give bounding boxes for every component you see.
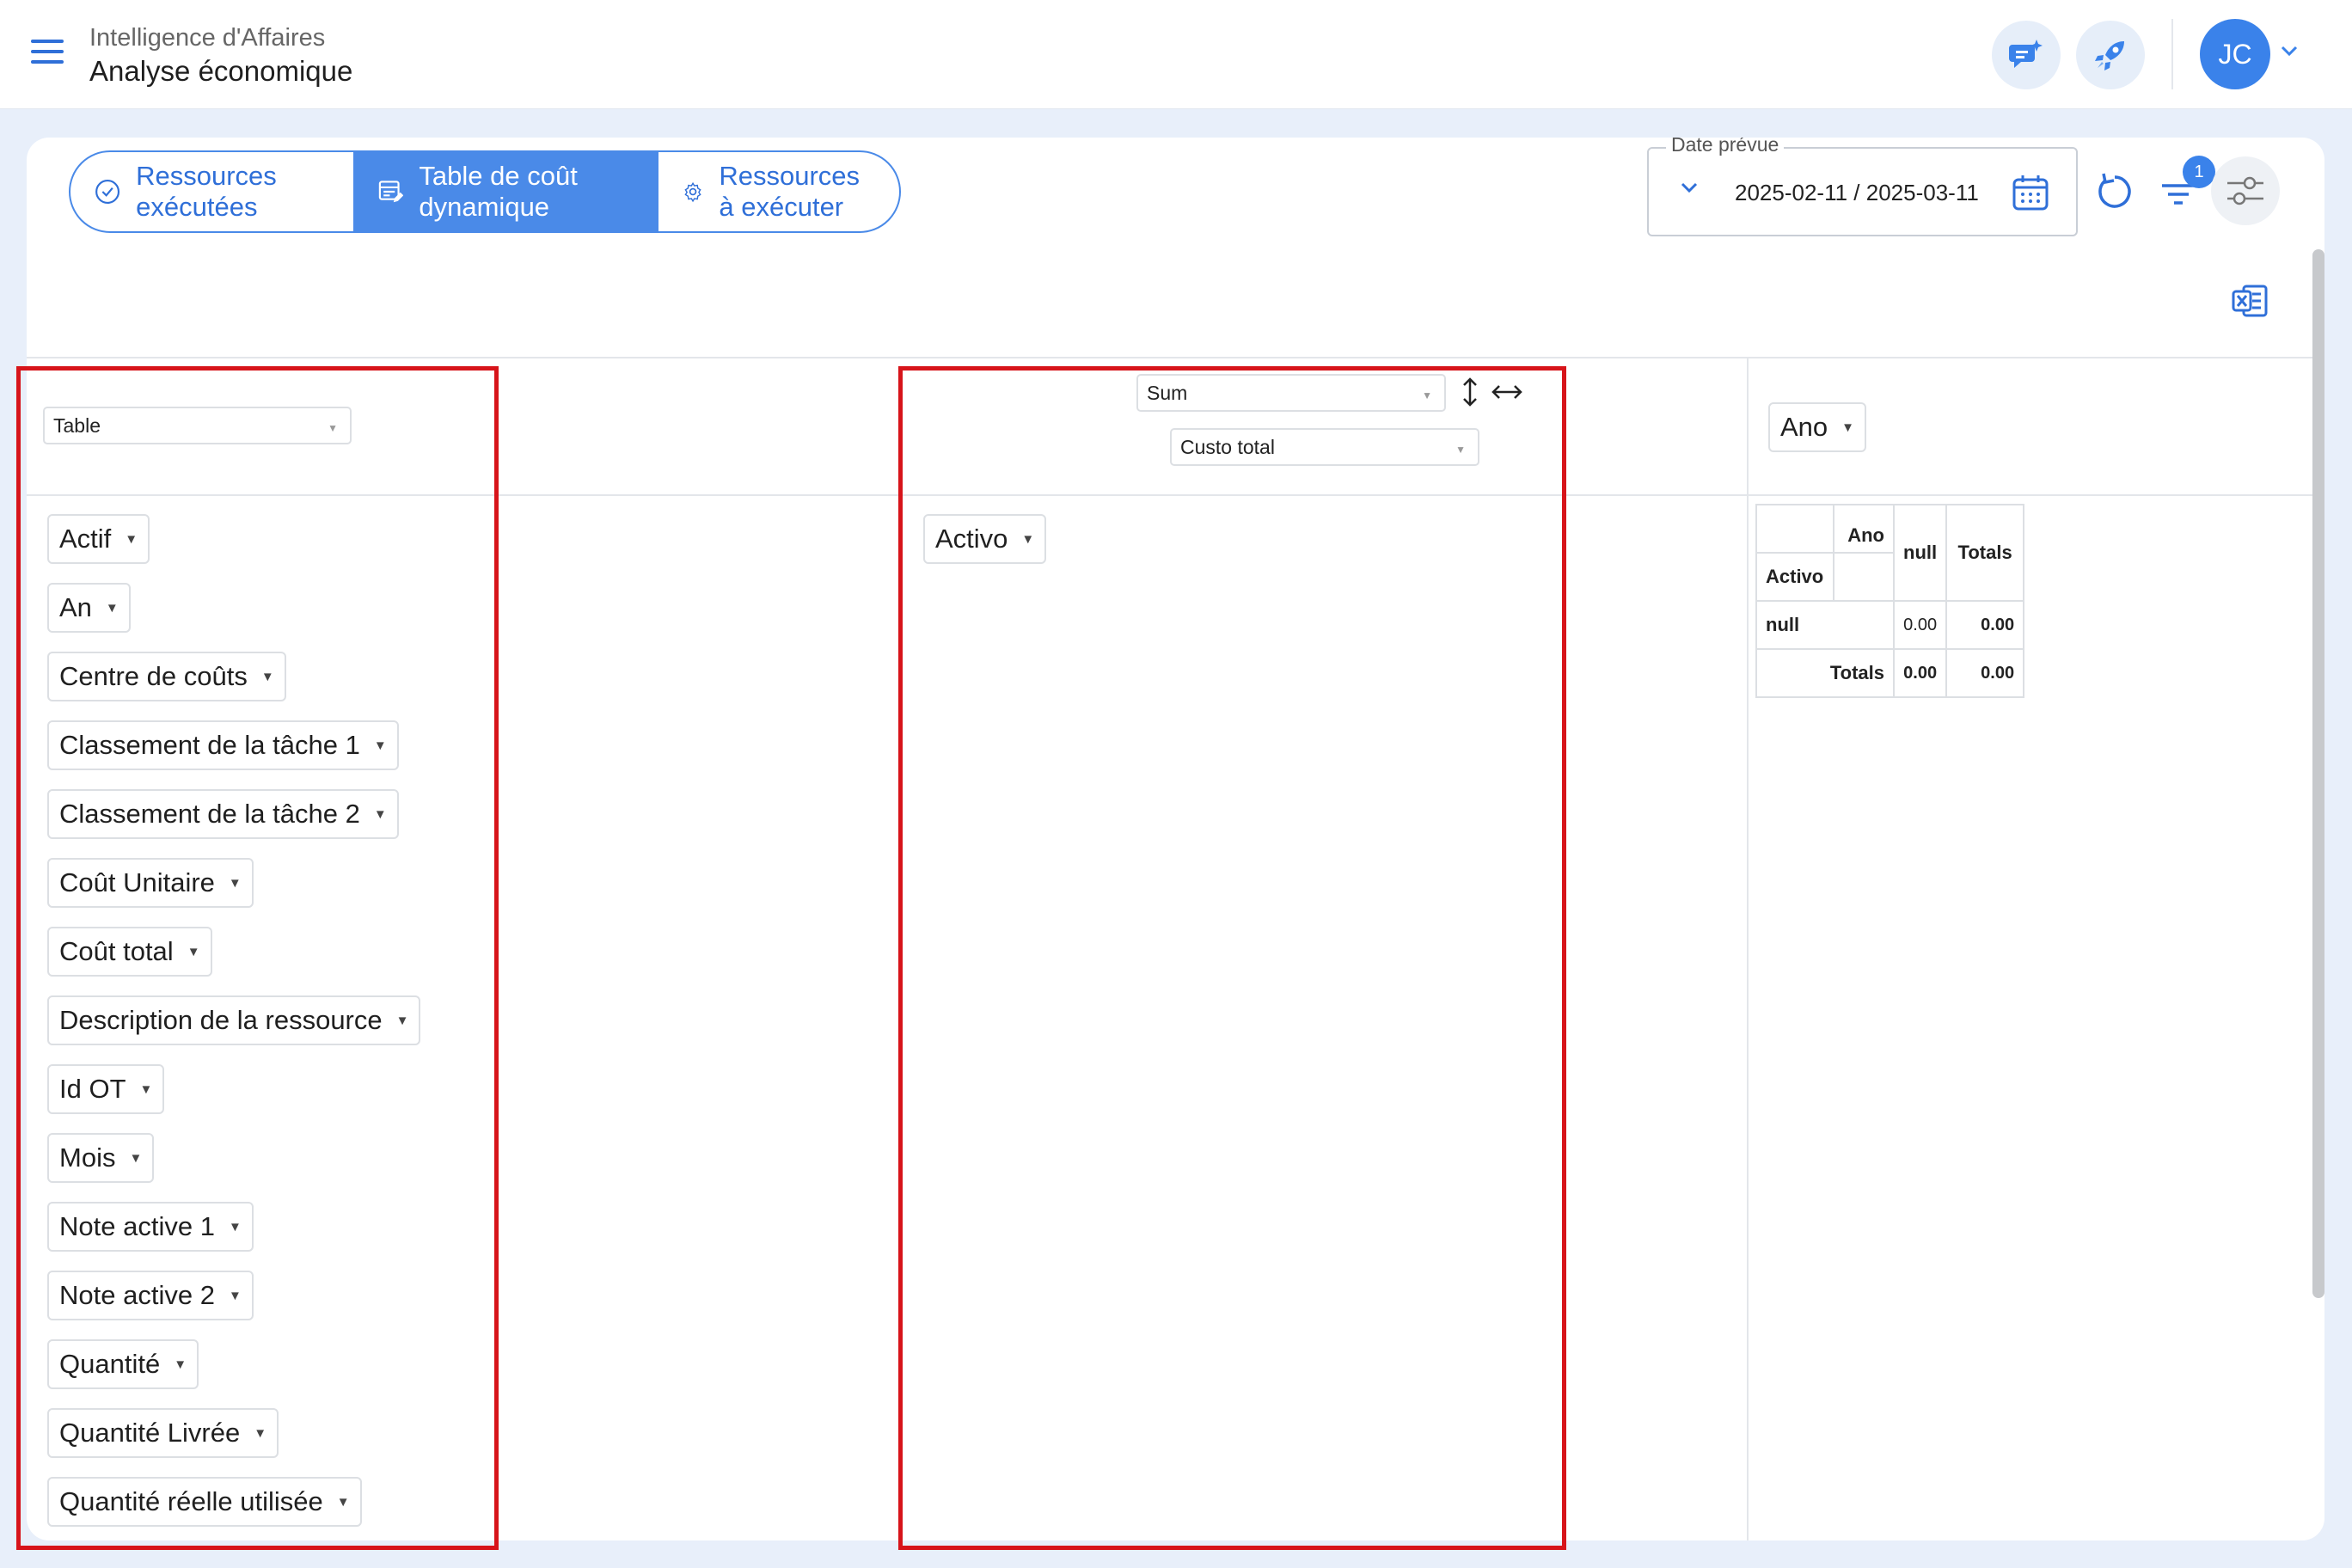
row-total-value: 0.00 [1945, 600, 2025, 650]
col-field-ano[interactable]: Ano ▼ [1768, 402, 1867, 452]
field-label: Ano [1780, 412, 1828, 442]
table-corner [1755, 504, 1834, 554]
date-range-value: 2025-02-11 / 2025-03-11 [1735, 180, 1979, 205]
chevron-down-icon[interactable] [2280, 45, 2299, 61]
col-header-null: null [1892, 504, 1948, 602]
refresh-icon[interactable] [2093, 170, 2136, 217]
rocket-button[interactable] [2076, 21, 2145, 89]
sliders-icon [2227, 176, 2263, 205]
table-edit-icon [378, 181, 404, 203]
tab-label: Ressources à exécuter [719, 161, 861, 222]
app-header: Intelligence d'Affaires Analyse économiq… [0, 0, 2352, 109]
table-row: Totals 0.00 0.00 [1755, 648, 2025, 698]
row-attr-header: Activo [1755, 552, 1834, 602]
col-totals-label: Totals [1755, 648, 1895, 698]
table-spacer [1833, 552, 1895, 602]
pivot-col-divider [1747, 357, 1749, 1540]
tab-label: Table de coût dynamique [419, 161, 578, 222]
app-section-label: Intelligence d'Affaires [89, 24, 326, 52]
check-circle-icon [95, 180, 120, 204]
table-cell-value: 0.00 [1892, 600, 1948, 650]
pivot-top-border [27, 357, 2324, 358]
header-divider [2171, 19, 2173, 89]
chat-sparkle-button[interactable] [1992, 21, 2061, 89]
table-row: null 0.00 0.00 [1755, 600, 2025, 650]
tab-label: Ressources exécutées [136, 161, 277, 222]
hamburger-menu-icon[interactable] [31, 40, 64, 67]
settings-sliders-button[interactable] [2211, 156, 2280, 225]
pivot-result-table: Ano null Totals Activo null 0.00 0.00 To… [1755, 504, 2025, 698]
gear-icon [684, 181, 701, 203]
rocket-icon [2095, 41, 2124, 70]
highlight-box-unused-fields [16, 366, 499, 1550]
date-field-label: Date prévue [1666, 138, 1785, 156]
excel-export-icon[interactable] [2232, 282, 2269, 324]
col-header-totals: Totals [1945, 504, 2025, 602]
table-row: Ano null Totals [1755, 504, 2025, 602]
view-tabs: Ressources exécutées Table de coût dynam… [69, 150, 901, 233]
triangle-down-icon: ▼ [1841, 420, 1855, 435]
col-attr-header: Ano [1833, 504, 1895, 554]
tab-ressources-a-executer[interactable]: Ressources à exécuter [657, 152, 899, 231]
col-total-value: 0.00 [1892, 648, 1948, 698]
chat-sparkle-icon [2009, 40, 2043, 68]
tab-table-cout-dynamique[interactable]: Table de coût dynamique [353, 152, 658, 231]
tab-ressources-executees[interactable]: Ressources exécutées [70, 152, 353, 231]
highlight-box-row-fields [898, 366, 1566, 1550]
user-avatar[interactable]: JC [2200, 19, 2270, 89]
vertical-scrollbar[interactable] [2312, 249, 2324, 1298]
chevron-down-icon[interactable] [1680, 181, 1699, 198]
row-label-null: null [1755, 600, 1895, 650]
calendar-icon[interactable] [2012, 173, 2049, 217]
date-range-field[interactable]: Date prévue 2025-02-11 / 2025-03-11 [1647, 138, 2078, 236]
grand-total-value: 0.00 [1945, 648, 2025, 698]
filter-count-badge: 1 [2183, 156, 2215, 188]
page-title: Analyse économique [89, 55, 353, 87]
